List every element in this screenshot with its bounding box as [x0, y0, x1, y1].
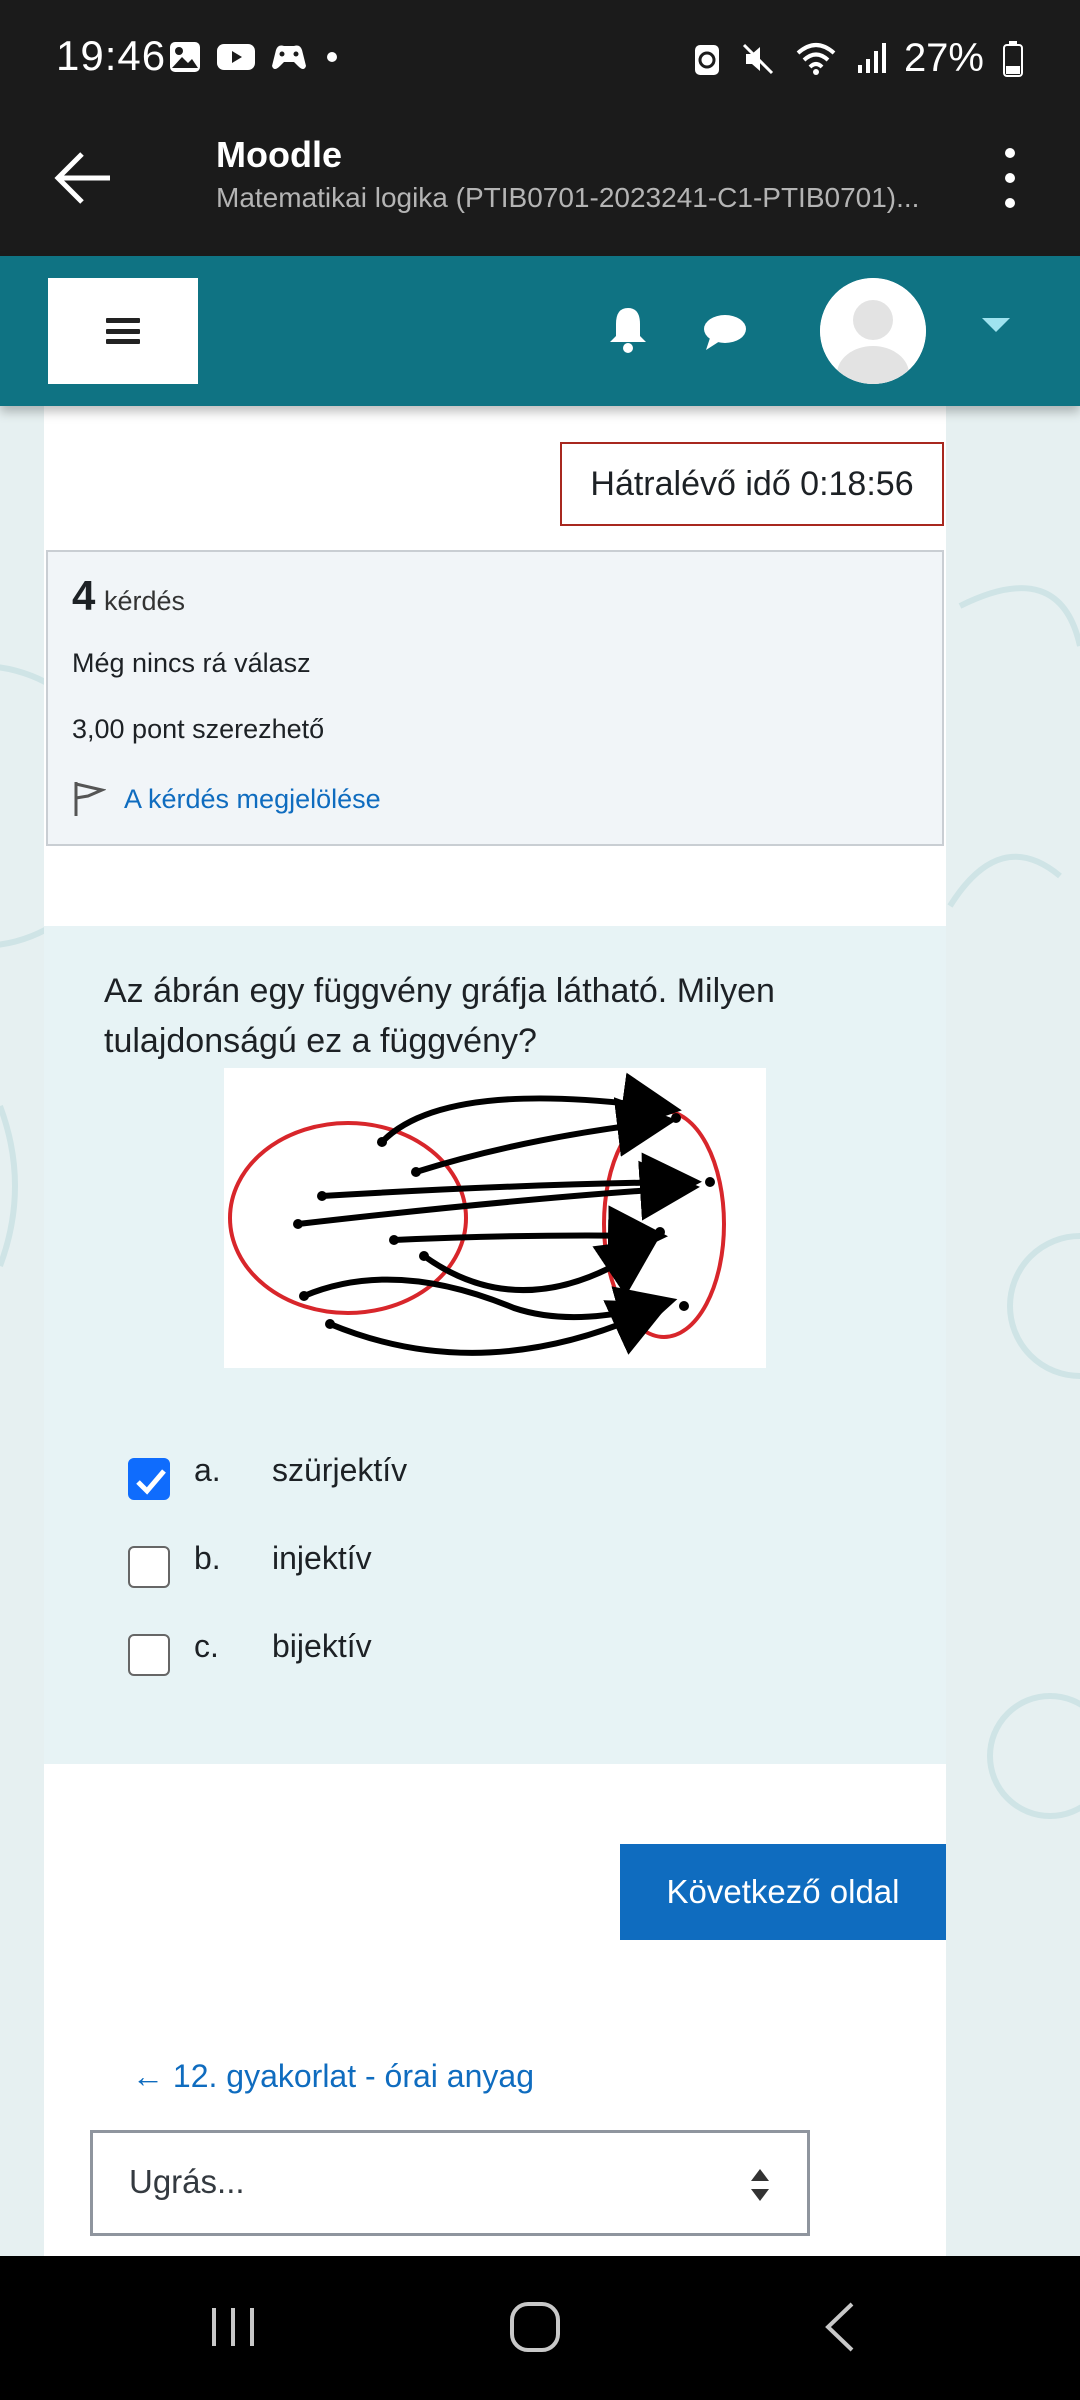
- answer-a-letter: a.: [194, 1452, 221, 1488]
- dot-icon: [327, 52, 337, 62]
- answer-a-text: szürjektív: [272, 1452, 408, 1488]
- answer-b-letter: b.: [194, 1540, 221, 1576]
- previous-activity-link[interactable]: ← 12. gyakorlat - órai anyag: [132, 2058, 534, 2095]
- answer-a-checkbox[interactable]: [128, 1458, 170, 1500]
- home-icon[interactable]: [508, 2300, 562, 2354]
- flag-question-link[interactable]: A kérdés megjelölése: [72, 780, 381, 818]
- system-status: 27%: [692, 36, 1024, 81]
- battery-percent: 27%: [903, 36, 984, 80]
- next-page-button[interactable]: Következő oldal: [620, 1844, 946, 1940]
- quiz-timer: Hátralévő idő 0:18:56: [560, 442, 944, 526]
- notification-icons: [168, 40, 342, 74]
- checkmark-icon: [136, 1469, 166, 1495]
- jump-to-label: Ugrás...: [129, 2163, 245, 2200]
- answer-b-text: injektív: [272, 1540, 372, 1576]
- data-saver-icon: [694, 44, 719, 75]
- answer-c-letter: c.: [194, 1628, 219, 1664]
- flag-icon: [74, 782, 106, 816]
- answer-b-checkbox[interactable]: [128, 1546, 170, 1588]
- question-number-label: kérdés: [104, 586, 186, 616]
- recent-apps-icon[interactable]: [208, 2302, 258, 2352]
- game-icon: [272, 45, 306, 69]
- answer-option-b[interactable]: b. injektív: [128, 1534, 728, 1622]
- answer-option-c[interactable]: c. bijektív: [128, 1622, 728, 1710]
- battery-icon: [1003, 40, 1023, 77]
- bell-icon[interactable]: [606, 304, 650, 354]
- flag-label: A kérdés megjelölése: [124, 783, 381, 814]
- select-arrows-icon: [751, 2169, 769, 2201]
- wifi-icon: [796, 42, 836, 75]
- moodle-navbar: [0, 256, 1080, 406]
- arrow-left-icon[interactable]: [52, 146, 116, 210]
- question-content: Az ábrán egy függvény gráfja látható. Mi…: [44, 926, 946, 1764]
- answer-c-text: bijektív: [272, 1628, 372, 1664]
- app-title: Moodle: [216, 134, 342, 175]
- answer-list: a. szürjektív b. injektív c. bijektív: [128, 1446, 728, 1710]
- mute-icon: [742, 43, 773, 74]
- status-bar: 19:46 27%: [0, 0, 1080, 120]
- question-number: 4: [72, 572, 96, 619]
- chat-icon[interactable]: [702, 312, 748, 352]
- gallery-icon: [170, 42, 200, 72]
- hamburger-icon: [106, 318, 140, 344]
- back-icon[interactable]: [820, 2300, 860, 2354]
- app-bar: Moodle Matematikai logika (PTIB0701-2023…: [0, 120, 1080, 256]
- youtube-icon: [217, 44, 255, 70]
- question-text: Az ábrán egy függvény gráfja látható. Mi…: [104, 972, 775, 1060]
- status-time: 19:46: [56, 32, 167, 79]
- question-state: Még nincs rá válasz: [72, 648, 311, 678]
- function-graph-image: [224, 1068, 766, 1368]
- signal-icon: [857, 42, 886, 73]
- question-grade: 3,00 pont szerezhető: [72, 714, 325, 744]
- chevron-down-icon[interactable]: [982, 318, 1010, 332]
- jump-to-select[interactable]: Ugrás...: [90, 2130, 810, 2236]
- more-options-icon[interactable]: [1000, 148, 1020, 208]
- system-navigation-bar: [0, 2256, 1080, 2400]
- answer-c-checkbox[interactable]: [128, 1634, 170, 1676]
- avatar[interactable]: [820, 278, 926, 384]
- menu-button[interactable]: [48, 278, 198, 384]
- course-title: Matematikai logika (PTIB0701-2023241-C1-…: [216, 182, 920, 213]
- answer-option-a[interactable]: a. szürjektív: [128, 1446, 728, 1534]
- question-info: 4 kérdés Még nincs rá válasz 3,00 pont s…: [46, 550, 944, 846]
